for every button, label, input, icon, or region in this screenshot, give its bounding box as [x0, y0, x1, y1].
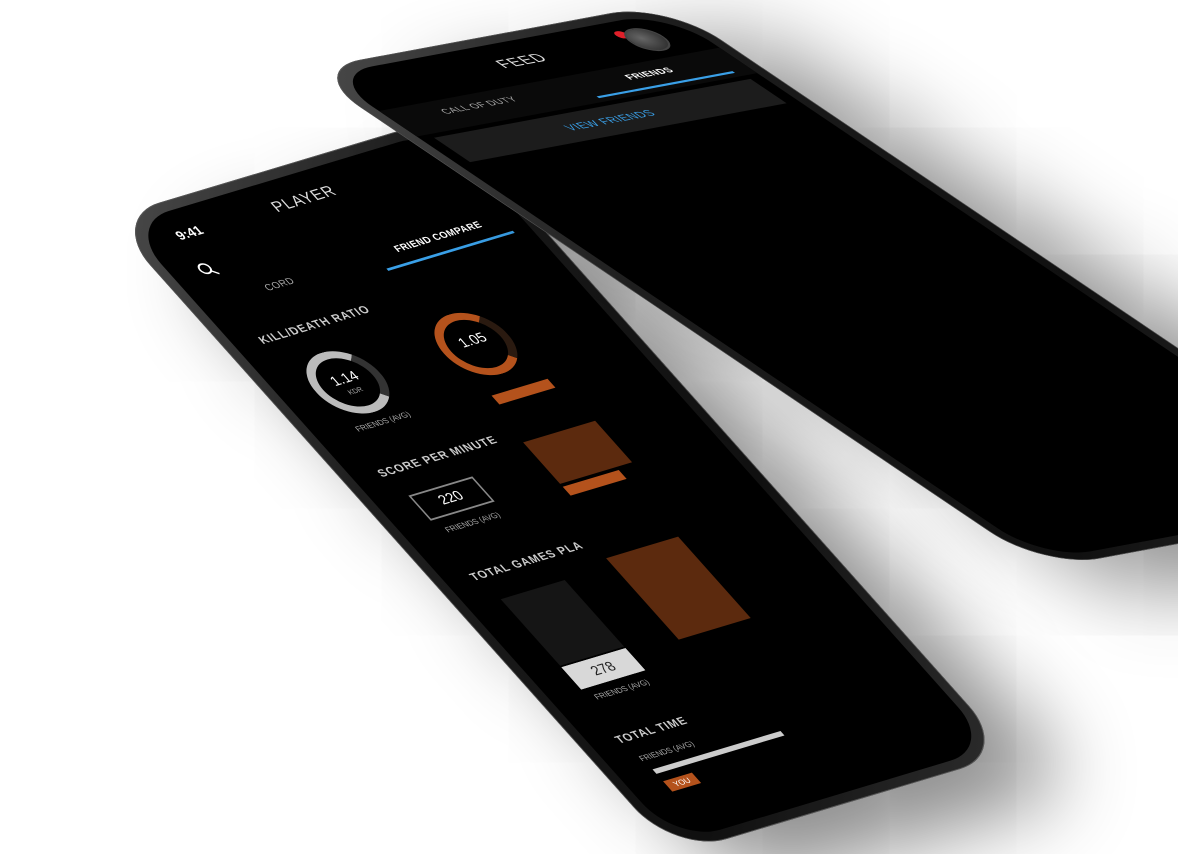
- spm-label: SCORE PER MINUTE: [373, 433, 501, 480]
- search-icon[interactable]: [192, 259, 224, 281]
- mockup-scene: 9:41 PLAYER CORD FRIEND COMPARE KILL/DEA…: [0, 0, 1178, 854]
- kdr-friends-ring: 1.14 KDR: [289, 343, 407, 422]
- tab-friend-compare[interactable]: FRIEND COMPARE: [347, 200, 532, 277]
- kdr-you-ring: 1.05: [417, 304, 535, 384]
- time-you-bar: YOU: [663, 772, 701, 792]
- games-label: TOTAL GAMES PLA: [466, 538, 587, 584]
- kdr-you-value: 1.05: [454, 330, 492, 351]
- time-label: TOTAL TIME: [611, 714, 691, 746]
- kdr-you-bar: [491, 378, 556, 405]
- kdr-label: KILL/DEATH RATIO: [255, 302, 374, 347]
- games-you-bar: [606, 536, 751, 640]
